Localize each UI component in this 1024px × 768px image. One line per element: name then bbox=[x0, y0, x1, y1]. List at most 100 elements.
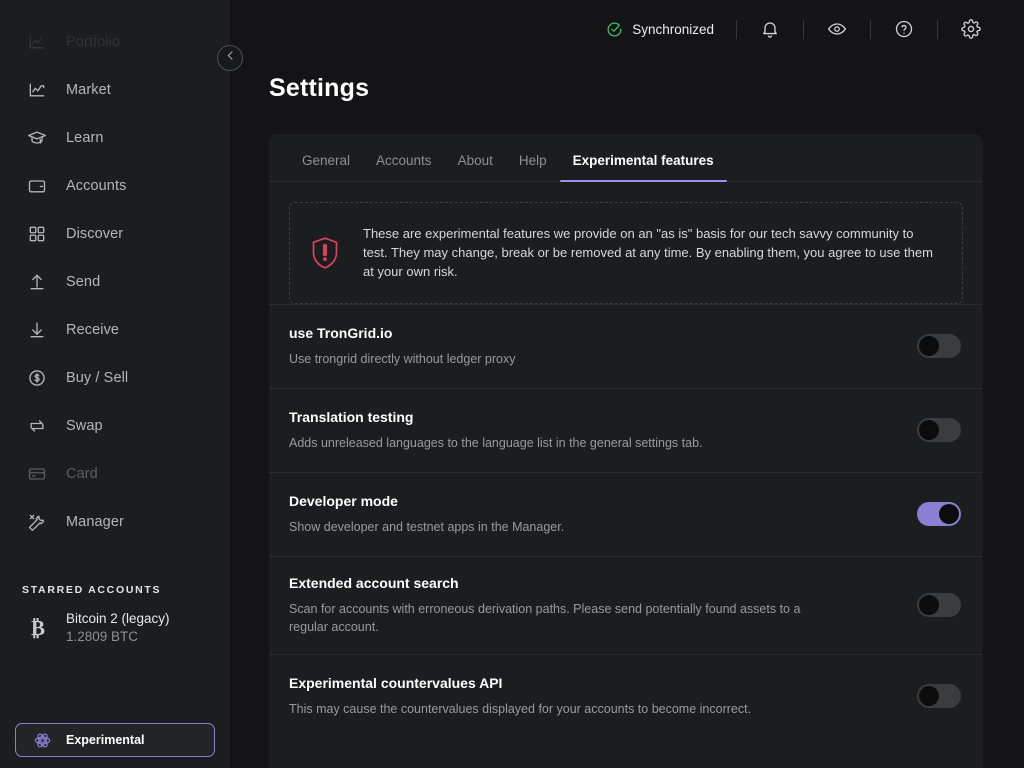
toggle-knob bbox=[919, 420, 939, 441]
eye-icon[interactable] bbox=[826, 18, 848, 40]
setting-title: Developer mode bbox=[289, 492, 398, 509]
setting-description: Scan for accounts with erroneous derivat… bbox=[289, 601, 801, 634]
dollar-circle-icon bbox=[26, 367, 48, 389]
setting-description: Use trongrid directly without ledger pro… bbox=[289, 351, 516, 366]
starred-accounts-heading: STARRED ACCOUNTS bbox=[22, 584, 162, 596]
experimental-button-label: Experimental bbox=[66, 733, 145, 747]
sidebar-item-accounts[interactable]: Accounts bbox=[0, 162, 230, 210]
sidebar-item-label: Card bbox=[66, 466, 98, 482]
setting-texts: Developer mode Show developer and testne… bbox=[289, 493, 917, 536]
sidebar-item-market[interactable]: Market bbox=[0, 66, 230, 114]
bell-icon[interactable] bbox=[759, 18, 781, 40]
toggle-knob bbox=[939, 504, 959, 525]
account-name: Bitcoin 2 (legacy) bbox=[66, 611, 170, 626]
setting-description: Show developer and testnet apps in the M… bbox=[289, 519, 565, 534]
graduation-cap-icon bbox=[26, 127, 48, 149]
sidebar-item-send[interactable]: Send bbox=[0, 258, 230, 306]
setting-texts: use TronGrid.io Use trongrid directly wi… bbox=[289, 325, 917, 368]
sidebar: Portfolio Market Learn Accounts Discover… bbox=[0, 0, 230, 768]
banner-text: These are experimental features we provi… bbox=[363, 226, 933, 280]
sidebar-item-label: Manager bbox=[66, 514, 124, 530]
sidebar-item-portfolio[interactable]: Portfolio bbox=[0, 18, 230, 66]
sidebar-item-label: Buy / Sell bbox=[66, 370, 129, 386]
toggle-extended-account-search[interactable] bbox=[917, 593, 961, 618]
sidebar-item-label: Swap bbox=[66, 418, 103, 434]
tab-experimental-features[interactable]: Experimental features bbox=[559, 153, 727, 182]
sidebar-scroll-area: Portfolio Market Learn Accounts Discover… bbox=[0, 0, 230, 768]
bitcoin-icon: ₿ bbox=[30, 615, 45, 640]
app-window: Portfolio Market Learn Accounts Discover… bbox=[0, 0, 1024, 768]
arrow-up-send-icon bbox=[26, 271, 48, 293]
sidebar-item-card[interactable]: Card bbox=[0, 450, 230, 498]
sidebar-item-swap[interactable]: Swap bbox=[0, 402, 230, 450]
setting-row-developer-mode: Developer mode Show developer and testne… bbox=[269, 471, 983, 556]
sidebar-item-buy-sell[interactable]: Buy / Sell bbox=[0, 354, 230, 402]
wrench-screwdriver-icon bbox=[26, 511, 48, 533]
toggle-experimental-countervalues-api[interactable] bbox=[917, 684, 961, 709]
sidebar-item-label: Portfolio bbox=[66, 34, 121, 50]
setting-row-extended-account-search: Extended account search Scan for account… bbox=[269, 555, 983, 654]
credit-card-icon bbox=[26, 463, 48, 485]
main-content: Synchronized Settings General Accounts A… bbox=[230, 0, 1024, 768]
sidebar-item-label: Learn bbox=[66, 130, 104, 146]
setting-row-trongrid: use TronGrid.io Use trongrid directly wi… bbox=[269, 303, 983, 388]
sync-status[interactable]: Synchronized bbox=[606, 21, 714, 38]
tab-help[interactable]: Help bbox=[506, 153, 560, 181]
atom-icon bbox=[32, 730, 52, 750]
sync-status-label: Synchronized bbox=[632, 21, 714, 37]
sidebar-item-learn[interactable]: Learn bbox=[0, 114, 230, 162]
setting-row-experimental-countervalues-api: Experimental countervalues API This may … bbox=[269, 653, 983, 738]
chevron-left-icon bbox=[224, 49, 237, 67]
list-item[interactable]: ₿ Bitcoin 2 (legacy) 1.2809 BTC bbox=[0, 596, 230, 660]
divider bbox=[736, 19, 737, 39]
experimental-warning-banner: These are experimental features we provi… bbox=[289, 202, 963, 304]
setting-texts: Translation testing Adds unreleased lang… bbox=[289, 409, 917, 452]
sidebar-item-manager[interactable]: Manager bbox=[0, 498, 230, 546]
sidebar-item-label: Receive bbox=[66, 322, 120, 338]
account-balance: 1.2809 BTC bbox=[66, 629, 139, 645]
sidebar-collapse-button[interactable] bbox=[217, 45, 243, 71]
setting-title: Translation testing bbox=[289, 408, 414, 425]
toggle-developer-mode[interactable] bbox=[917, 502, 961, 527]
grid-apps-icon bbox=[26, 223, 48, 245]
sidebar-item-label: Accounts bbox=[66, 178, 127, 194]
market-chart-icon bbox=[26, 79, 48, 101]
toggle-knob bbox=[919, 686, 939, 707]
setting-title: Extended account search bbox=[289, 574, 459, 591]
toggle-translation-testing[interactable] bbox=[917, 418, 961, 443]
divider bbox=[870, 19, 871, 39]
tab-accounts[interactable]: Accounts bbox=[363, 153, 445, 181]
sidebar-item-label: Send bbox=[66, 274, 101, 290]
setting-row-translation-testing: Translation testing Adds unreleased lang… bbox=[269, 387, 983, 472]
settings-rows: use TronGrid.io Use trongrid directly wi… bbox=[269, 303, 983, 738]
setting-title: Experimental countervalues API bbox=[289, 674, 503, 691]
sidebar-item-discover[interactable]: Discover bbox=[0, 210, 230, 258]
sidebar-item-label: Discover bbox=[66, 226, 124, 242]
experimental-button[interactable]: Experimental bbox=[15, 723, 215, 757]
sidebar-item-label: Market bbox=[66, 82, 111, 98]
swap-arrows-icon bbox=[26, 415, 48, 437]
chart-line-icon bbox=[26, 31, 48, 53]
setting-texts: Experimental countervalues API This may … bbox=[289, 675, 917, 718]
shield-alert-icon bbox=[310, 236, 340, 270]
settings-tabs: General Accounts About Help Experimental… bbox=[269, 134, 983, 182]
setting-texts: Extended account search Scan for account… bbox=[289, 575, 917, 636]
tab-general[interactable]: General bbox=[289, 153, 363, 181]
toggle-knob bbox=[919, 336, 939, 357]
setting-description: This may cause the countervalues display… bbox=[289, 701, 752, 716]
tab-about[interactable]: About bbox=[445, 153, 506, 181]
arrow-down-receive-icon bbox=[26, 319, 48, 341]
wallet-icon bbox=[26, 175, 48, 197]
page-title: Settings bbox=[269, 74, 370, 102]
setting-description: Adds unreleased languages to the languag… bbox=[289, 435, 703, 450]
check-circle-icon bbox=[606, 21, 623, 38]
help-circle-icon[interactable] bbox=[893, 18, 915, 40]
toggle-knob bbox=[919, 595, 939, 616]
sidebar-nav-list: Portfolio Market Learn Accounts Discover… bbox=[0, 0, 230, 546]
toggle-trongrid[interactable] bbox=[917, 334, 961, 359]
setting-title: use TronGrid.io bbox=[289, 324, 393, 341]
divider bbox=[937, 19, 938, 39]
divider bbox=[803, 19, 804, 39]
sidebar-item-receive[interactable]: Receive bbox=[0, 306, 230, 354]
gear-icon[interactable] bbox=[960, 18, 982, 40]
